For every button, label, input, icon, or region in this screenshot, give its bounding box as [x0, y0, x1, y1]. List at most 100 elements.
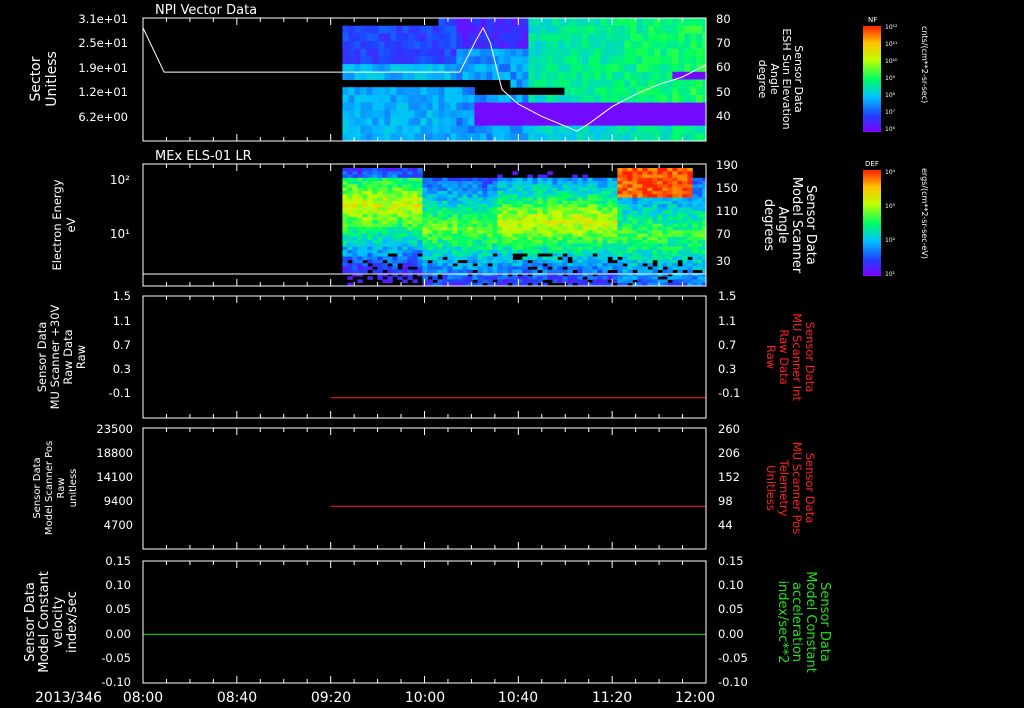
colorbar-1-tick: 10¹²	[885, 24, 898, 31]
panel-3-ytick-right: 0.7	[718, 338, 736, 352]
panel-3-ytick-right: 0.3	[718, 362, 736, 376]
time-axis-tick-label: 10:00	[405, 690, 445, 706]
panel-1-ytick-right: 40	[716, 109, 731, 123]
time-axis-date-label: 2013/346	[35, 690, 102, 706]
panel-3-ytick-left: 1.1	[113, 314, 131, 328]
panel-2-title: MEx ELS-01 LR	[155, 149, 252, 164]
panel-2-ylabel-right: Sensor Data	[803, 185, 818, 265]
panel-4-ytick-left: 14100	[96, 470, 133, 484]
panel-5-ytick-right: 0.00	[718, 627, 744, 641]
panel-3-ylabel-right: Raw Data	[777, 329, 791, 384]
panel-3-frame	[142, 295, 707, 419]
colorbar-2	[863, 170, 881, 276]
panel-3-ylabel-left: Sensor Data	[35, 322, 49, 393]
panel-5-ylabel-right: Sensor Data	[817, 582, 832, 662]
panel-4-frame	[142, 427, 707, 550]
panel-1-ytick-right: 80	[716, 12, 731, 26]
panel-1-ytick-right: 60	[716, 60, 731, 74]
panel-5-ylabel-left: index/sec	[65, 591, 80, 653]
panel-4-ytick-right: 260	[718, 422, 740, 436]
panel-5-ytick-left: 0.00	[105, 627, 131, 641]
colorbar-1	[863, 26, 881, 132]
panel-5-ytick-left: 0.15	[105, 554, 131, 568]
panel-3-ylabel-right: MU Scanner Int	[790, 313, 804, 401]
colorbar-1-tick: 10¹¹	[885, 41, 898, 48]
panel-4-ylabel-left: Sensor Data	[32, 457, 43, 518]
panel-4-ylabel-right: MU Scanner Pos	[790, 442, 804, 534]
panel-3-ylabel-right: Raw	[764, 345, 778, 369]
panel-4-ylabel-right: Sensor Data	[803, 453, 817, 524]
panel-5-ytick-right: 0.05	[718, 602, 744, 616]
colorbar-1-label: cnts/(cm**2-sr-sec)	[920, 26, 929, 103]
panel-5-ylabel-left: Model Constant	[37, 571, 52, 673]
panel-3-ylabel-left: Raw Data	[61, 329, 75, 384]
panel-1-ytick-left: 6.2e+00	[78, 110, 128, 124]
panel-5-ylabel-right: Model Constant	[803, 571, 818, 673]
panel-5-ylabel-left: Sensor Data	[23, 582, 38, 662]
panel-3-ytick-left: 1.5	[113, 289, 131, 303]
panel-3-ylabel-right: Sensor Data	[803, 322, 817, 393]
panel-2-ytick-right: 110	[716, 204, 738, 218]
colorbar-2-tick: 10²	[885, 237, 896, 244]
panel-4-ytick-right: 206	[718, 446, 740, 460]
panel-2-ylabel-right: degrees	[761, 199, 776, 252]
panel-4-ytick-right: 98	[718, 494, 733, 508]
colorbar-1-tick: 10⁷	[885, 109, 896, 116]
colorbar-2-ticks: 10⁴ 10³ 10² 10¹	[885, 169, 896, 278]
panel-5-ytick-left: 0.10	[105, 578, 131, 592]
panel-1-ylabel-left: Sector	[28, 56, 44, 101]
colorbar-1-ticks: 10¹² 10¹¹ 10¹⁰ 10⁹ 10⁸ 10⁷ 10⁶	[885, 24, 898, 133]
panel-3-ytick-right: 1.5	[718, 289, 736, 303]
time-axis-tick-label: 12:00	[675, 690, 715, 706]
panel-4-ylabel-left: unitless	[68, 469, 79, 508]
panel-4-ytick-left: 4700	[104, 518, 133, 532]
panel-1-ylabel-left: Unitless	[44, 51, 60, 107]
panel-5-ytick-left: -0.10	[101, 675, 131, 689]
panel-5-ylabel-left: velocity	[51, 596, 66, 647]
panel-5-ytick-left: 0.05	[105, 602, 131, 616]
panel-1-ytick-left: 2.5e+01	[78, 36, 128, 50]
panel-2-ylabel-left: eV	[64, 217, 78, 232]
colorbar-1-tag: NF	[868, 16, 877, 24]
panel-2-ylabel-right: Model Scanner	[789, 177, 804, 274]
panel-2-ytick-left: 10¹	[110, 227, 130, 241]
panel-2-ytick-right: 30	[716, 254, 731, 268]
panel-4-ytick-right: 44	[718, 518, 733, 532]
time-axis-tick-label: 08:40	[217, 690, 257, 706]
panel-3-ytick-right: 1.1	[718, 314, 736, 328]
panel-4-ytick-left: 23500	[96, 422, 133, 436]
panel-5-ylabel-right: acceleration	[789, 582, 804, 662]
panel-3-ylabel-left: Raw	[74, 345, 88, 369]
panel-5-ytick-right: 0.10	[718, 578, 744, 592]
colorbar-2-tick: 10¹	[885, 271, 896, 278]
time-axis-tick-label: 08:00	[123, 690, 163, 706]
panel-2-ytick-right: 150	[716, 181, 738, 195]
panel-2-spectrogram	[342, 168, 706, 286]
panel-5-ylabel-right: index/sec**2	[775, 580, 790, 663]
panel-2-ytick-right: 70	[716, 227, 731, 241]
colorbar-1-tick: 10¹⁰	[885, 58, 898, 65]
colorbar-2-label: ergs/(cm**2-sr-sec-eV)	[920, 168, 929, 259]
panel-4-ylabel-left: Raw	[56, 477, 67, 498]
panel-1-ytick-left: 1.2e+01	[78, 85, 128, 99]
panel-4-ytick-left: 18800	[96, 446, 133, 460]
panel-1-spectrogram	[342, 18, 706, 141]
panel-4-ylabel-right: Unitless	[764, 465, 778, 511]
time-axis-tick-label: 10:40	[498, 690, 538, 706]
colorbar-1-tick: 10⁹	[885, 75, 896, 82]
panel-2-ytick-left: 10²	[110, 173, 130, 187]
panel-5-frame	[142, 560, 707, 684]
time-axis-tick-label: 09:20	[311, 690, 351, 706]
colorbar-1-tick: 10⁸	[885, 92, 896, 99]
panel-3-ytick-left: -0.1	[109, 386, 131, 400]
colorbar-1-tick: 10⁶	[885, 126, 896, 133]
panel-5-ytick-left: -0.05	[101, 651, 131, 665]
panel-1-ytick-left: 3.1e+01	[78, 12, 128, 26]
panel-5-ytick-right: 0.15	[718, 554, 744, 568]
time-axis-tick-label: 11:20	[592, 690, 632, 706]
panel-1-ylabel-right: degree	[756, 60, 769, 99]
panel-1-ytick-right: 70	[716, 36, 731, 50]
colorbar-2-tag: DEF	[865, 160, 879, 168]
panel-3-ylabel-left: MU Scanner +30V	[48, 304, 62, 409]
colorbar-2-tick: 10⁴	[885, 169, 896, 176]
